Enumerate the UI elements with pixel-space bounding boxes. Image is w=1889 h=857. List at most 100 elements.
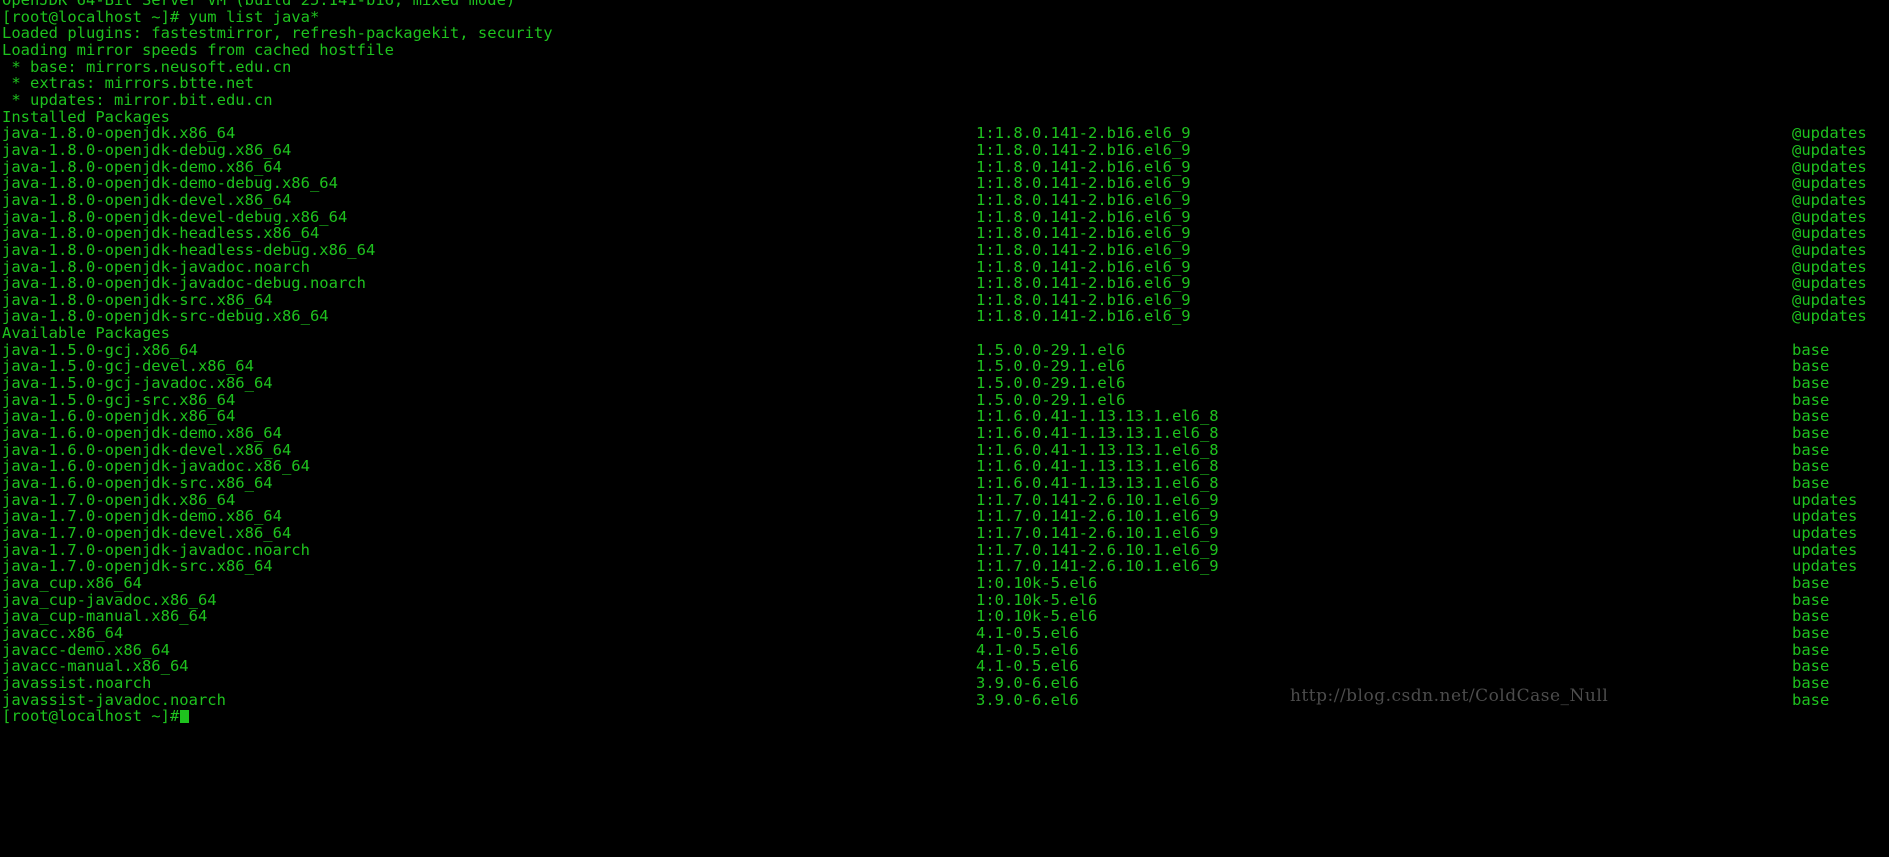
package-name: java-1.5.0-gcj-javadoc.x86_64 [2, 374, 273, 393]
package-repo: @updates [1792, 274, 1867, 293]
package-repo: base [1792, 673, 1830, 692]
package-repo: base [1792, 390, 1830, 409]
package-repo: base [1792, 573, 1830, 592]
package-name: java-1.7.0-openjdk-demo.x86_64 [2, 507, 282, 526]
package-repo: @updates [1792, 190, 1867, 209]
package-version: 1:1.8.0.141-2.b16.el6_9 [976, 124, 1191, 143]
package-row: java-1.8.0-openjdk-src.x86_64 1:1.8.0.141… [0, 292, 1889, 309]
package-version: 4.1-0.5.el6 [976, 657, 1079, 676]
package-repo: base [1792, 590, 1830, 609]
package-name: java-1.7.0-openjdk.x86_64 [2, 490, 236, 509]
terminal-final-prompt-line[interactable]: [root@localhost ~]# [0, 708, 1889, 725]
package-version: 4.1-0.5.el6 [976, 623, 1079, 642]
package-name: java-1.5.0-gcj-devel.x86_64 [2, 357, 254, 376]
section-heading-installed: Installed Packages [0, 108, 1889, 126]
package-version: 1:1.6.0.41-1.13.13.1.el6_8 [976, 440, 1219, 459]
package-row: java-1.6.0-openjdk.x86_64 1:1.6.0.41-1.13… [0, 408, 1889, 425]
package-name: java-1.7.0-openjdk-javadoc.noarch [2, 540, 310, 559]
package-repo: base [1792, 474, 1830, 493]
package-version: 1:1.6.0.41-1.13.13.1.el6_8 [976, 457, 1219, 476]
package-row: java-1.6.0-openjdk-src.x86_64 1:1.6.0.41-… [0, 475, 1889, 492]
package-row: java-1.7.0-openjdk-devel.x86_64 1:1.7.0.1… [0, 525, 1889, 542]
package-version: 3.9.0-6.el6 [976, 690, 1079, 709]
package-repo: @updates [1792, 257, 1867, 276]
terminal-command-line: [root@localhost ~]# yum list java* [0, 7, 1889, 26]
package-name: java-1.6.0-openjdk-src.x86_64 [2, 474, 273, 493]
terminal-line-mirror-base: * base: mirrors.neusoft.edu.cn [0, 57, 1889, 76]
package-repo: base [1792, 623, 1830, 642]
package-version: 1:1.8.0.141-2.b16.el6_9 [976, 240, 1191, 259]
package-row: java-1.6.0-openjdk-devel.x86_64 1:1.6.0.4… [0, 442, 1889, 459]
package-version: 1:1.6.0.41-1.13.13.1.el6_8 [976, 424, 1219, 443]
package-version: 1:1.7.0.141-2.6.10.1.el6_9 [976, 557, 1219, 576]
package-row: java-1.8.0-openjdk-demo.x86_64 1:1.8.0.14… [0, 157, 1889, 176]
package-version: 1:1.7.0.141-2.6.10.1.el6_9 [976, 490, 1219, 509]
package-row: java-1.7.0-openjdk.x86_64 1:1.7.0.141-2.6… [0, 492, 1889, 509]
package-version: 1:0.10k-5.el6 [976, 590, 1098, 609]
mirror-base-text: * base: mirrors.neusoft.edu.cn [2, 57, 292, 76]
terminal-line-mirror-updates: * updates: mirror.bit.edu.cn [0, 92, 1889, 109]
text-cursor [180, 710, 190, 724]
package-version: 1:1.8.0.141-2.b16.el6_9 [976, 307, 1191, 326]
package-name: javacc-demo.x86_64 [2, 640, 170, 659]
package-name: java-1.7.0-openjdk-devel.x86_64 [2, 524, 292, 542]
package-name: java-1.8.0-openjdk.x86_64 [2, 124, 236, 143]
package-repo: base [1792, 640, 1830, 659]
mirror-extras-text: * extras: mirrors.btte.net [2, 74, 254, 93]
package-name: javassist.noarch [2, 673, 152, 692]
package-name: java-1.8.0-openjdk-debug.x86_64 [2, 140, 292, 159]
package-row: java-1.8.0-openjdk-src-debug.x86_64 1:1.8… [0, 308, 1889, 325]
package-repo: @updates [1792, 140, 1867, 159]
package-row: java-1.8.0-openjdk-javadoc-debug.noarch 1… [0, 275, 1889, 292]
package-version: 3.9.0-6.el6 [976, 673, 1079, 692]
package-name: java-1.8.0-openjdk-headless.x86_64 [2, 224, 320, 243]
package-row: java-1.7.0-openjdk-src.x86_64 1:1.7.0.141… [0, 558, 1889, 575]
package-repo: updates [1792, 557, 1858, 576]
package-repo: updates [1792, 524, 1858, 542]
terminal-line-mirror-extras: * extras: mirrors.btte.net [0, 75, 1889, 92]
package-repo: @updates [1792, 240, 1867, 259]
package-name: java_cup.x86_64 [2, 573, 142, 592]
package-row: javassist-javadoc.noarch 3.9.0-6.el6 base [0, 690, 1889, 709]
package-row: java-1.7.0-openjdk-javadoc.noarch 1:1.7.0… [0, 540, 1889, 559]
package-version: 1:1.6.0.41-1.13.13.1.el6_8 [976, 474, 1219, 493]
package-name: java-1.5.0-gcj.x86_64 [2, 340, 198, 359]
package-repo: base [1792, 407, 1830, 426]
package-row: java-1.6.0-openjdk-javadoc.x86_64 1:1.6.0… [0, 458, 1889, 475]
mirror-updates-text: * updates: mirror.bit.edu.cn [2, 90, 273, 109]
package-version: 1:1.8.0.141-2.b16.el6_9 [976, 157, 1191, 176]
package-row: javacc-manual.x86_64 4.1-0.5.el6 base [0, 658, 1889, 675]
section-heading-available: Available Packages [0, 325, 1889, 342]
package-repo: @updates [1792, 207, 1867, 226]
package-row: java-1.6.0-openjdk-demo.x86_64 1:1.6.0.41… [0, 425, 1889, 442]
package-repo: @updates [1792, 174, 1867, 193]
package-row: java-1.8.0-openjdk-debug.x86_64 1:1.8.0.1… [0, 142, 1889, 159]
package-name: java-1.8.0-openjdk-headless-debug.x86_64 [2, 240, 376, 259]
package-repo: base [1792, 340, 1830, 359]
available-packages-heading: Available Packages [2, 324, 170, 343]
package-row: java-1.5.0-gcj-javadoc.x86_64 1.5.0.0-29.… [0, 375, 1889, 392]
package-name: java-1.8.0-openjdk-src.x86_64 [2, 290, 273, 309]
package-version: 1:1.8.0.141-2.b16.el6_9 [976, 224, 1191, 243]
package-repo: updates [1792, 540, 1858, 559]
package-name: java_cup-javadoc.x86_64 [2, 590, 217, 609]
package-name: javacc.x86_64 [2, 623, 124, 642]
package-name: java-1.8.0-openjdk-javadoc-debug.noarch [2, 274, 366, 293]
package-version: 1:1.8.0.141-2.b16.el6_9 [976, 274, 1191, 293]
package-row: java_cup-manual.x86_64 1:0.10k-5.el6 base [0, 608, 1889, 625]
package-version: 1.5.0.0-29.1.el6 [976, 357, 1126, 376]
package-row: java-1.8.0-openjdk-devel.x86_64 1:1.8.0.1… [0, 192, 1889, 209]
terminal-window[interactable]: OpenJDK 64-Bit Server VM (build 25.141-b… [0, 0, 1889, 857]
package-repo: base [1792, 657, 1830, 676]
package-version: 1:1.8.0.141-2.b16.el6_9 [976, 140, 1191, 159]
package-version: 1:1.8.0.141-2.b16.el6_9 [976, 190, 1191, 209]
package-name: java-1.8.0-openjdk-demo.x86_64 [2, 157, 282, 176]
package-repo: base [1792, 607, 1830, 626]
package-version: 1.5.0.0-29.1.el6 [976, 390, 1126, 409]
package-row: java-1.5.0-gcj.x86_64 1.5.0.0-29.1.el6 bas… [0, 342, 1889, 359]
mirror-speeds-text: Loading mirror speeds from cached hostfi… [2, 40, 394, 59]
package-version: 1:1.8.0.141-2.b16.el6_9 [976, 207, 1191, 226]
package-version: 1:1.6.0.41-1.13.13.1.el6_8 [976, 407, 1219, 426]
package-name: javassist-javadoc.noarch [2, 690, 226, 709]
command-line-text: [root@localhost ~]# yum list java* [2, 7, 320, 26]
